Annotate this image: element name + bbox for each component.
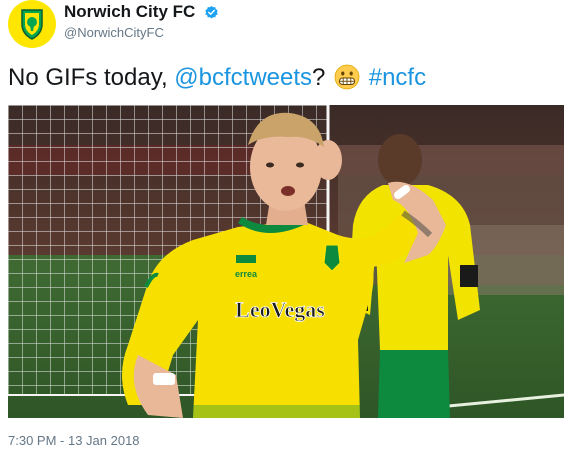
avatar[interactable] <box>8 0 56 48</box>
tweet-photo[interactable]: errea LeoVegas <box>8 105 564 418</box>
name-row: Norwich City FC <box>64 2 219 24</box>
handle[interactable]: @NorwichCityFC <box>64 25 164 40</box>
timestamp[interactable]: 7:30 PM - 13 Jan 2018 <box>8 433 140 448</box>
player-celebration-image: errea LeoVegas <box>8 105 564 418</box>
tweet-text: No GIFs today, @bcfctweets? #ncfc <box>8 62 426 94</box>
tweet-text-start: No GIFs today, <box>8 64 175 91</box>
verified-badge-icon <box>205 5 218 18</box>
hashtag-link[interactable]: #ncfc <box>369 64 426 91</box>
shirt-brand: errea <box>235 269 258 279</box>
grimacing-face-icon <box>334 64 360 90</box>
norwich-crest-icon <box>21 9 43 40</box>
display-name[interactable]: Norwich City FC <box>64 2 195 21</box>
tweet-header: Norwich City FC @NorwichCityFC <box>8 0 568 50</box>
mention-link[interactable]: @bcfctweets <box>174 64 312 91</box>
tweet-text-middle: ? <box>312 64 333 91</box>
shirt-sponsor: LeoVegas <box>235 297 325 322</box>
